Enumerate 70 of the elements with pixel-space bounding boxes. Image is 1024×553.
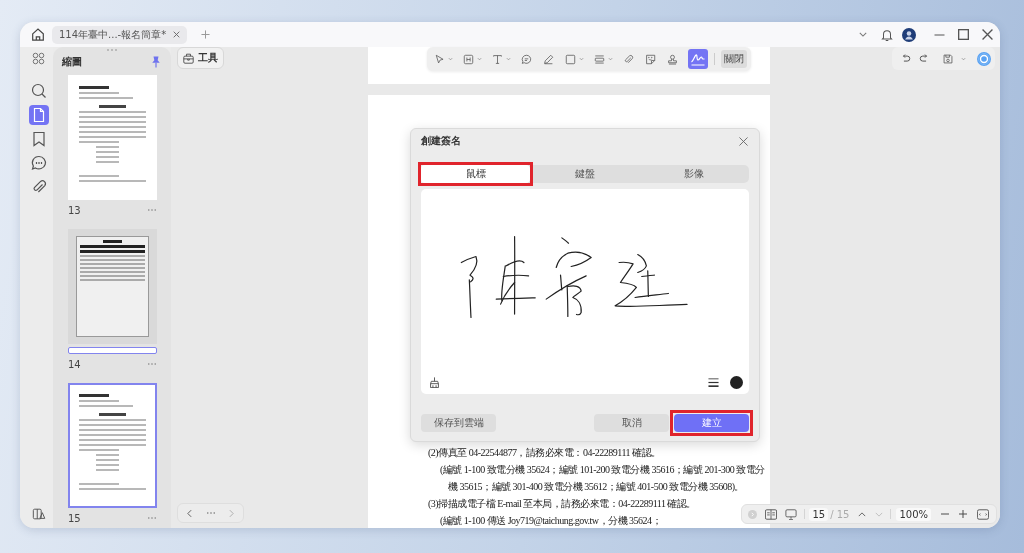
page-thumbnail[interactable] [68, 383, 157, 508]
page-total: / 15 [830, 508, 850, 520]
chevron-up-icon[interactable] [858, 511, 867, 517]
chevron-left-icon[interactable] [187, 508, 192, 518]
presentation-icon[interactable] [785, 508, 798, 520]
plus-icon[interactable] [959, 510, 967, 518]
page-thumbnail[interactable] [68, 229, 157, 344]
page-number-field[interactable]: 15 [809, 507, 829, 521]
cancel-button[interactable]: 取消 [594, 414, 669, 432]
create-button[interactable]: 建立 [674, 414, 749, 432]
save-icon[interactable] [943, 53, 953, 64]
signature-mode-tab[interactable]: 影像 [639, 165, 749, 183]
caret-icon[interactable] [448, 57, 453, 61]
speech-bubble-icon[interactable] [520, 52, 533, 66]
home-icon[interactable] [32, 28, 44, 41]
caret-icon[interactable] [506, 57, 511, 61]
document-tab[interactable]: 114年臺中...-報名簡章* [52, 25, 188, 44]
document-text-line: (編號 1-100 致電分機 35624；編號 101-200 致電分機 35616；編號 201-300 致電分 [440, 463, 765, 477]
signature-mode-tab[interactable]: 鼠標 [421, 165, 531, 183]
close-toolbar-button[interactable]: 關閉 [721, 50, 747, 68]
pin-icon[interactable] [151, 56, 161, 68]
page-number: 13 [68, 204, 81, 216]
broom-icon[interactable] [429, 377, 440, 388]
document-text-line: (3)掃描成電子檔 E-mail 至本局，請務必來電：04-22289111 確認。 [428, 497, 696, 511]
tools-button[interactable]: 工具 [177, 47, 224, 69]
ring-icon[interactable] [977, 51, 991, 66]
document-text-line: (編號 1-100 傳送 Joy719@taichung.gov.tw，分機 35624； [440, 514, 662, 528]
signature-mode-tab[interactable]: 鍵盤 [530, 165, 640, 183]
square-icon[interactable] [564, 52, 577, 66]
drag-handle-icon[interactable] [107, 49, 117, 51]
panel-toggle-icon[interactable] [31, 507, 46, 521]
caret-icon[interactable] [608, 57, 613, 61]
document-text-line: (2)傳真至 04-22544877，請務必來電：04-22289111 確認。 [428, 446, 661, 460]
color-swatch-icon[interactable] [730, 376, 743, 389]
page-icon[interactable] [28, 105, 49, 125]
pen-icon[interactable] [542, 52, 555, 66]
avatar-icon[interactable] [902, 27, 916, 42]
page-number: 14 [68, 358, 81, 370]
cursor-icon[interactable] [433, 52, 446, 66]
text-tool-icon[interactable] [491, 52, 504, 66]
redo-icon[interactable] [919, 53, 929, 64]
dialog-title: 創建簽名 [421, 134, 461, 148]
caret-icon[interactable] [579, 57, 584, 61]
close-icon[interactable] [982, 29, 993, 40]
sticker-icon[interactable] [644, 52, 657, 66]
line-weight-icon[interactable] [708, 377, 719, 388]
close-icon[interactable] [739, 136, 748, 146]
stamp-icon[interactable] [666, 52, 679, 66]
fit-screen-icon[interactable] [977, 508, 989, 520]
caret-icon[interactable] [477, 57, 482, 61]
paperclip-icon[interactable] [622, 52, 635, 66]
save-to-cloud-button[interactable]: 保存到雲端 [421, 414, 496, 432]
toolbox-icon [183, 52, 194, 64]
undo-icon[interactable] [901, 53, 911, 64]
bell-icon[interactable] [881, 28, 893, 41]
maximize-icon[interactable] [958, 29, 969, 40]
chevron-down-icon[interactable] [859, 32, 867, 37]
close-icon[interactable] [173, 31, 181, 38]
two-page-icon[interactable] [765, 508, 778, 520]
grid-icon[interactable] [32, 52, 45, 65]
add-icon[interactable] [201, 30, 211, 39]
page-number: 15 [68, 512, 81, 524]
signature-icon[interactable] [688, 49, 708, 69]
document-text-line: 機 35615；編號 301-400 致電分機 35612；編號 401-500 致電分機 35608)。 [448, 480, 744, 494]
panel-title: 縮圖 [62, 55, 82, 69]
form-field-icon[interactable] [462, 52, 475, 66]
zoom-level-field[interactable]: 100% [896, 507, 931, 521]
minimize-icon[interactable] [934, 33, 945, 36]
stripe-box-icon[interactable] [593, 52, 606, 66]
page-thumbnail[interactable] [68, 75, 157, 200]
